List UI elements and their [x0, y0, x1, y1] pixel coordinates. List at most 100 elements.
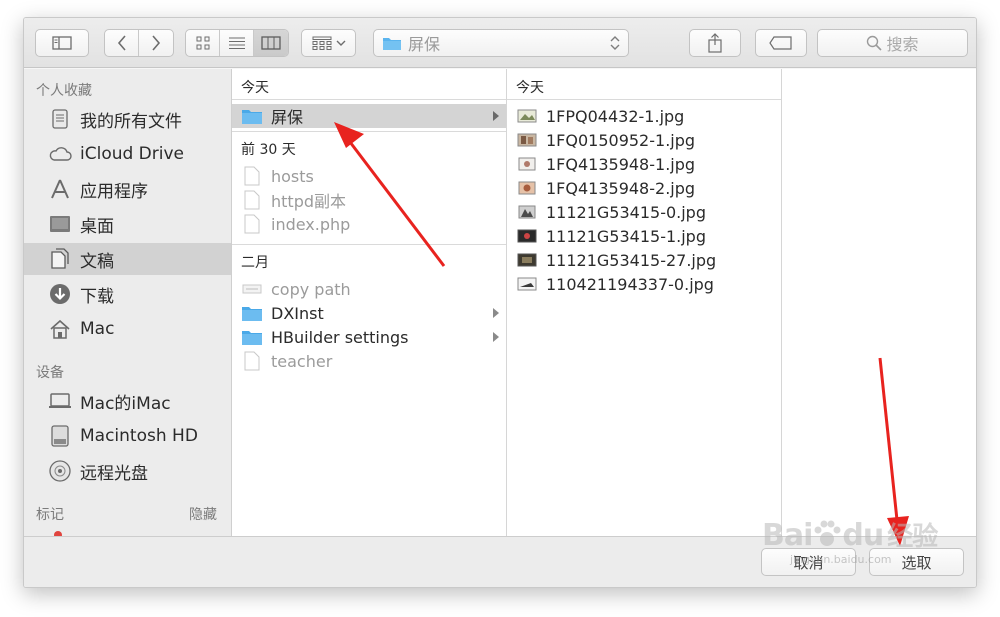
item-name: httpd副本 [271, 192, 347, 211]
document-icon [241, 214, 263, 234]
sidebar-item-label: 应用程序 [80, 181, 148, 202]
list-item[interactable]: httpd副本 [232, 188, 506, 212]
disclosure-arrow-icon [493, 332, 499, 342]
list-item[interactable]: 11121G53415-27.jpg [507, 248, 781, 272]
item-name: 1FQ0150952-1.jpg [546, 130, 696, 150]
disclosure-arrow-icon [493, 308, 499, 318]
forward-button[interactable] [139, 30, 173, 56]
text-clipping-icon [241, 280, 263, 298]
icon-view-button[interactable] [186, 30, 220, 56]
sidebar-item-all-files[interactable]: 我的所有文件 [24, 103, 231, 135]
list-item[interactable]: 1FQ0150952-1.jpg [507, 128, 781, 152]
document-icon [241, 190, 263, 210]
toolbar: 屏保 搜索 [24, 18, 976, 68]
list-view-button[interactable] [220, 30, 254, 56]
browser-column-1: 今天 屏保 前 30 天 hosts httpd副本 index.php 二月 … [232, 69, 507, 536]
item-name: copy path [271, 279, 351, 299]
item-name: DXInst [271, 303, 324, 323]
folder-icon [241, 304, 263, 322]
sidebar-item-macintosh-hd[interactable]: Macintosh HD [24, 420, 231, 452]
chevron-left-icon [117, 35, 126, 51]
item-name: HBuilder settings [271, 327, 409, 347]
image-thumbnail-icon [516, 131, 538, 149]
sidebar-icon [52, 36, 72, 50]
folder-icon [241, 107, 263, 125]
list-item[interactable]: copy path [232, 277, 506, 301]
image-thumbnail-icon [516, 203, 538, 221]
arrange-button[interactable] [301, 29, 356, 57]
paw-icon [814, 520, 841, 546]
sidebar-item-downloads[interactable]: 下载 [24, 278, 231, 310]
item-name: 1FQ4135948-1.jpg [546, 154, 696, 174]
all-files-icon [48, 107, 72, 131]
view-mode-control [185, 29, 289, 57]
folder-icon [241, 328, 263, 346]
documents-icon [48, 247, 72, 271]
sidebar-item-documents[interactable]: 文稿 [24, 243, 231, 275]
optical-disc-icon [48, 459, 72, 483]
sidebar-item-label: 远程光盘 [80, 463, 148, 484]
item-name: teacher [271, 351, 333, 371]
list-item[interactable]: 1FQ4135948-1.jpg [507, 152, 781, 176]
baidu-watermark: Bai du 经验 jingyan.baidu.com [760, 510, 970, 575]
sidebar-item-home[interactable]: Mac [24, 313, 231, 345]
sidebar-toggle-button[interactable] [35, 29, 89, 57]
chevron-right-icon [152, 35, 161, 51]
sidebar-item-label: 我的所有文件 [80, 111, 182, 132]
watermark-url: jingyan.baidu.com [790, 553, 892, 566]
devices-header: 设备 [36, 365, 64, 381]
group-header-last-30-days: 前 30 天 [241, 142, 296, 158]
disk-icon [48, 424, 72, 448]
list-item[interactable]: hosts [232, 164, 506, 188]
sidebar-item-icloud[interactable]: iCloud Drive [24, 138, 231, 170]
list-item[interactable]: index.php [232, 212, 506, 236]
list-item[interactable]: HBuilder settings [232, 325, 506, 349]
sidebar-item-applications[interactable]: 应用程序 [24, 173, 231, 205]
image-thumbnail-icon [516, 107, 538, 125]
list-item[interactable]: DXInst [232, 301, 506, 325]
list-item[interactable]: 110421194337-0.jpg [507, 272, 781, 296]
chevron-down-icon [336, 40, 345, 46]
list-item[interactable]: 11121G53415-0.jpg [507, 200, 781, 224]
back-forward-control [104, 29, 174, 57]
home-icon [48, 317, 72, 341]
image-thumbnail-icon [516, 179, 538, 197]
share-icon [708, 33, 722, 53]
sidebar-item-desktop[interactable]: 桌面 [24, 208, 231, 240]
share-button[interactable] [689, 29, 741, 57]
tags-hide-link[interactable]: 隐藏 [189, 504, 217, 524]
image-thumbnail-icon [516, 275, 538, 293]
item-name: 11121G53415-27.jpg [546, 250, 717, 270]
item-name: 1FQ4135948-2.jpg [546, 178, 696, 198]
document-icon [241, 351, 263, 371]
sidebar-item-label: Mac [80, 319, 115, 339]
column-view-button[interactable] [254, 30, 288, 56]
computer-icon [48, 389, 72, 413]
list-item[interactable]: teacher [232, 349, 506, 373]
folder-icon [383, 38, 401, 50]
list-item[interactable]: 1FQ4135948-2.jpg [507, 176, 781, 200]
search-field[interactable]: 搜索 [817, 29, 968, 57]
image-thumbnail-icon [516, 227, 538, 245]
sidebar-item-remote-disc[interactable]: 远程光盘 [24, 455, 231, 487]
path-popup[interactable]: 屏保 [373, 29, 629, 57]
list-item[interactable]: 1FPQ04432-1.jpg [507, 104, 781, 128]
grid-icon [196, 36, 209, 50]
divider [232, 244, 506, 245]
list-item[interactable]: 屏保 [232, 104, 506, 128]
item-name: index.php [271, 214, 351, 234]
sidebar-item-label: 下载 [80, 286, 114, 307]
sidebar-item-label: Macintosh HD [80, 426, 198, 446]
watermark-brand: Bai du 经验 [762, 518, 938, 553]
search-placeholder: 搜索 [886, 35, 919, 54]
tag-button[interactable] [755, 29, 807, 57]
sidebar-item-mac-computer[interactable]: Mac的iMac [24, 385, 231, 417]
item-name: 110421194337-0.jpg [546, 274, 714, 294]
document-icon [241, 166, 263, 186]
cloud-icon [48, 142, 72, 166]
list-item[interactable]: 11121G53415-1.jpg [507, 224, 781, 248]
back-button[interactable] [105, 30, 139, 56]
list-icon [228, 37, 245, 49]
sidebar: 个人收藏 我的所有文件 iCloud Drive 应用程序 桌面 文稿 下载 M… [24, 69, 232, 536]
image-thumbnail-icon [516, 251, 538, 269]
